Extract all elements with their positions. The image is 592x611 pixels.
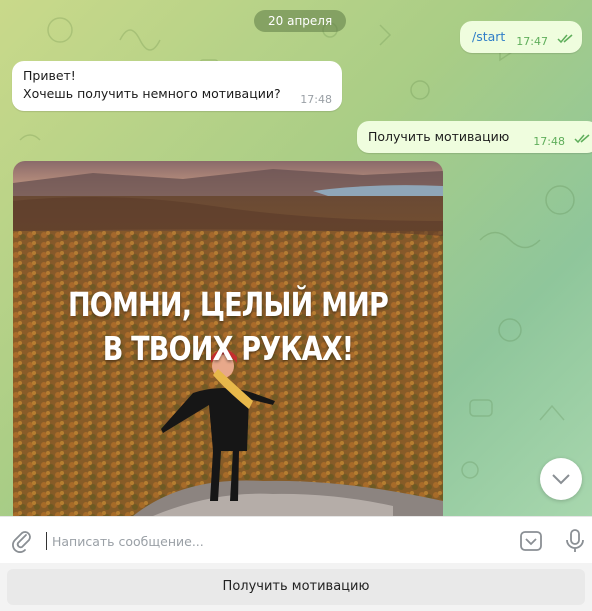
chevron-down-icon bbox=[552, 474, 570, 485]
scroll-to-bottom-button[interactable] bbox=[540, 458, 582, 500]
image-caption-line: В ТВОИХ РУКАХ! bbox=[102, 329, 354, 368]
date-separator: 20 апреля bbox=[254, 10, 347, 32]
text-caret bbox=[46, 532, 47, 550]
chat-history[interactable]: 20 апреля /start 17:47 Привет! Хочешь по… bbox=[0, 0, 592, 516]
message-text-line: Привет! bbox=[23, 68, 76, 83]
microphone-icon[interactable] bbox=[564, 528, 586, 554]
double-check-icon bbox=[557, 34, 573, 44]
message-photo[interactable]: ПОМНИ, ЦЕЛЫЙ МИР В ТВОИХ РУКАХ! bbox=[13, 161, 443, 516]
message-composer bbox=[0, 516, 592, 564]
message-text: Получить мотивацию bbox=[368, 129, 510, 144]
message-incoming[interactable]: Привет! Хочешь получить немного мотиваци… bbox=[12, 61, 342, 111]
paperclip-icon[interactable] bbox=[10, 529, 34, 553]
reply-button-get-motivation[interactable]: Получить мотивацию bbox=[7, 569, 585, 605]
message-text-command[interactable]: /start bbox=[472, 28, 505, 46]
message-input[interactable] bbox=[50, 528, 494, 554]
message-time: 17:47 bbox=[516, 35, 548, 48]
image-caption-line: ПОМНИ, ЦЕЛЫЙ МИР bbox=[67, 285, 389, 324]
message-outgoing[interactable]: /start 17:47 bbox=[460, 21, 582, 53]
message-text-line: Хочешь получить немного мотивации? bbox=[23, 86, 281, 101]
double-check-icon bbox=[574, 134, 590, 144]
message-outgoing[interactable]: Получить мотивацию 17:48 bbox=[357, 121, 592, 153]
bot-keyboard-icon[interactable] bbox=[519, 529, 543, 553]
message-time: 17:48 bbox=[300, 93, 332, 106]
message-time: 17:48 bbox=[533, 135, 565, 148]
reply-keyboard: Получить мотивацию bbox=[0, 563, 592, 611]
